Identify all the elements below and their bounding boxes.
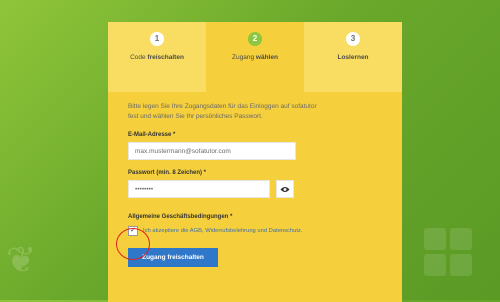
step-label: Loslernen [337,54,368,61]
step-zugang-waehlen: 2 Zugang wählen [206,22,304,92]
step-label-bold: wählen [255,54,278,61]
signup-card: 1 Code freischalten 2 Zugang wählen 3 Lo… [108,22,402,302]
password-visibility-button[interactable] [276,180,294,198]
step-number: 3 [346,32,360,46]
agb-row: ✓ Ich akzeptiere die AGB, Widerrufsbeleh… [128,226,382,236]
step-label-text: Zugang [232,54,256,61]
password-field[interactable]: •••••••• [128,180,270,198]
intro-line: Bitte legen Sie Ihre Zugangsdaten für da… [128,103,317,110]
intro-text: Bitte legen Sie Ihre Zugangsdaten für da… [128,102,382,122]
bg-tile [450,228,472,250]
agb-text[interactable]: Ich akzeptiere die AGB, Widerrufsbelehru… [143,228,303,234]
highlight-circle [116,228,150,260]
step-loslernen: 3 Loslernen [304,22,402,92]
email-field[interactable]: max.mustermann@sofatutor.com [128,142,296,160]
bg-tile [424,228,446,250]
email-label: E-Mail-Adresse * [128,132,176,138]
bg-tile [424,254,446,276]
step-label: Code freischalten [130,54,184,61]
step-label-bold: freischalten [147,54,184,61]
step-number: 1 [150,32,164,46]
step-number: 2 [248,32,262,46]
bg-tile [450,254,472,276]
step-label: Zugang wählen [232,54,278,61]
step-label-text: Code [130,54,148,61]
eye-icon [280,186,290,192]
step-code-freischalten: 1 Code freischalten [108,22,206,92]
step-label-bold: Loslernen [337,54,369,61]
intro-line: fest und wählen Sie Ihr persönliches Pas… [128,113,263,120]
password-row: •••••••• [128,180,382,198]
step-progress: 1 Code freischalten 2 Zugang wählen 3 Lo… [108,22,402,92]
password-label: Passwort (min. 8 Zeichen) * [128,170,207,176]
credentials-form: Bitte legen Sie Ihre Zugangsdaten für da… [108,102,402,267]
agb-label: Allgemeine Geschäftsbedingungen * [128,214,233,220]
leaf-icon: ❦ [6,239,37,280]
